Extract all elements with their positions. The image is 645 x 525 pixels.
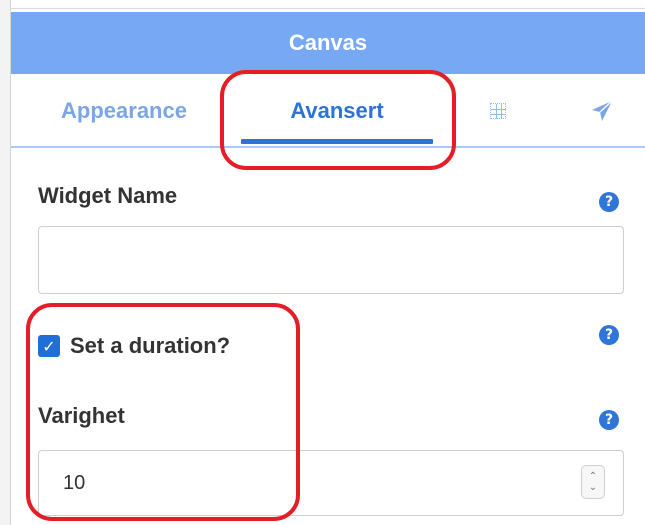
widget-name-input[interactable] bbox=[38, 226, 624, 294]
tab-grid[interactable] bbox=[473, 74, 523, 148]
tab-appearance[interactable]: Appearance bbox=[49, 74, 199, 148]
help-icon[interactable]: ? bbox=[599, 325, 619, 345]
tab-send[interactable] bbox=[577, 74, 627, 148]
panel-title: Canvas bbox=[288, 30, 368, 55]
set-duration-checkbox[interactable]: ✓ bbox=[38, 335, 60, 357]
stepper-up-icon[interactable]: ⌃ bbox=[589, 471, 597, 482]
stepper-down-icon[interactable]: ⌄ bbox=[589, 482, 597, 493]
help-icon[interactable]: ? bbox=[599, 410, 619, 430]
check-icon: ✓ bbox=[42, 336, 56, 356]
top-frame-strip bbox=[11, 0, 645, 12]
tab-advanced-label: Avansert bbox=[290, 98, 384, 123]
duration-stepper[interactable]: ⌃ ⌄ bbox=[581, 465, 605, 499]
panel-header: Canvas bbox=[11, 12, 645, 74]
help-icon[interactable]: ? bbox=[599, 192, 619, 212]
widget-settings-panel: Canvas Appearance Avansert Widget Name ?… bbox=[0, 0, 645, 525]
set-duration-checkbox-row[interactable]: ✓ Set a duration? bbox=[38, 330, 230, 362]
send-icon bbox=[592, 100, 613, 121]
tab-advanced[interactable]: Avansert bbox=[237, 74, 437, 148]
duration-input[interactable]: 10 ⌃ ⌄ bbox=[38, 450, 624, 516]
left-frame-strip bbox=[0, 0, 11, 525]
duration-label: Varighet bbox=[38, 403, 125, 428]
duration-value: 10 bbox=[63, 471, 86, 494]
tab-appearance-label: Appearance bbox=[61, 98, 187, 123]
widget-name-label: Widget Name bbox=[38, 183, 178, 208]
tab-bar: Appearance Avansert bbox=[11, 74, 645, 148]
active-tab-indicator bbox=[241, 139, 433, 144]
top-divider bbox=[11, 8, 645, 9]
set-duration-label: Set a duration? bbox=[70, 333, 231, 358]
grid-icon bbox=[490, 103, 506, 119]
